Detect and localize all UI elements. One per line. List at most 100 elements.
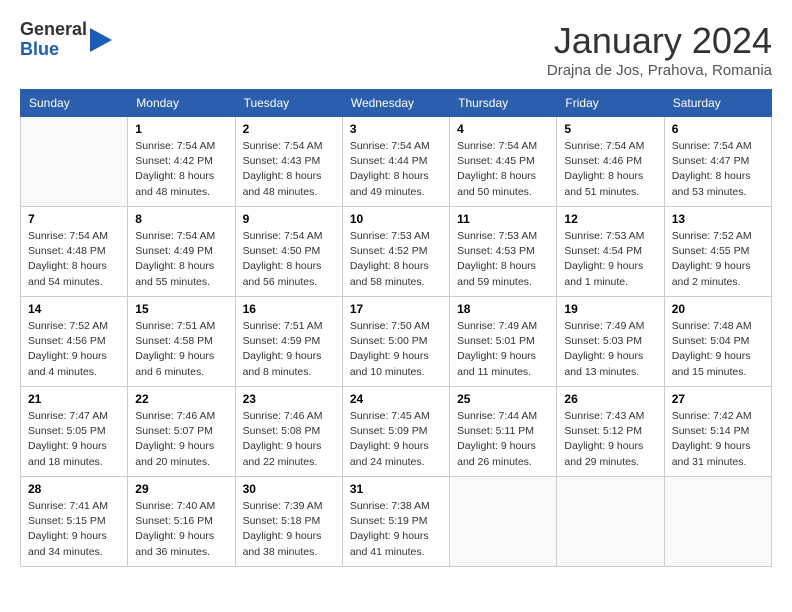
day-info: Sunrise: 7:46 AM Sunset: 5:07 PM Dayligh… bbox=[135, 409, 227, 470]
day-number: 14 bbox=[28, 302, 120, 316]
day-number: 17 bbox=[350, 302, 442, 316]
calendar-cell: 24Sunrise: 7:45 AM Sunset: 5:09 PM Dayli… bbox=[342, 387, 449, 477]
calendar-week-row: 7Sunrise: 7:54 AM Sunset: 4:48 PM Daylig… bbox=[21, 207, 772, 297]
calendar-cell: 19 Sunrise: 7:49 AM Sunset: 5:03 PM Dayli… bbox=[557, 297, 664, 387]
calendar-cell: 30 Sunrise: 7:39 AM Sunset: 5:18 PM Dayli… bbox=[235, 477, 342, 567]
calendar-cell: 18Sunrise: 7:49 AM Sunset: 5:01 PM Dayli… bbox=[450, 297, 557, 387]
calendar-week-row: 21 Sunrise: 7:47 AM Sunset: 5:05 PM Dayli… bbox=[21, 387, 772, 477]
calendar-cell: 11 Sunrise: 7:53 AM Sunset: 4:53 PM Dayli… bbox=[450, 207, 557, 297]
day-number: 7 bbox=[28, 212, 120, 226]
calendar-cell bbox=[450, 477, 557, 567]
day-number: 31 bbox=[350, 482, 442, 496]
day-info: Sunrise: 7:54 AM Sunset: 4:42 PM Dayligh… bbox=[135, 139, 227, 200]
month-title: January 2024 bbox=[547, 20, 772, 62]
calendar-week-row: 28 Sunrise: 7:41 AM Sunset: 5:15 PM Dayli… bbox=[21, 477, 772, 567]
day-number: 21 bbox=[28, 392, 120, 406]
day-of-week-header: Monday bbox=[128, 90, 235, 117]
calendar-cell: 22 Sunrise: 7:46 AM Sunset: 5:07 PM Dayli… bbox=[128, 387, 235, 477]
calendar-cell: 27Sunrise: 7:42 AM Sunset: 5:14 PM Dayli… bbox=[664, 387, 771, 477]
calendar-cell: 16 Sunrise: 7:51 AM Sunset: 4:59 PM Dayli… bbox=[235, 297, 342, 387]
day-info: Sunrise: 7:38 AM Sunset: 5:19 PM Dayligh… bbox=[350, 499, 442, 560]
day-info: Sunrise: 7:53 AM Sunset: 4:53 PM Dayligh… bbox=[457, 229, 549, 290]
day-of-week-header: Thursday bbox=[450, 90, 557, 117]
day-info: Sunrise: 7:50 AM Sunset: 5:00 PM Dayligh… bbox=[350, 319, 442, 380]
day-info: Sunrise: 7:54 AM Sunset: 4:50 PM Dayligh… bbox=[243, 229, 335, 290]
day-info: Sunrise: 7:54 AM Sunset: 4:46 PM Dayligh… bbox=[564, 139, 656, 200]
day-of-week-header: Tuesday bbox=[235, 90, 342, 117]
day-number: 24 bbox=[350, 392, 442, 406]
day-number: 30 bbox=[243, 482, 335, 496]
day-number: 12 bbox=[564, 212, 656, 226]
logo: General Blue bbox=[20, 20, 112, 60]
day-info: Sunrise: 7:47 AM Sunset: 5:05 PM Dayligh… bbox=[28, 409, 120, 470]
day-number: 15 bbox=[135, 302, 227, 316]
calendar-cell: 23Sunrise: 7:46 AM Sunset: 5:08 PM Dayli… bbox=[235, 387, 342, 477]
day-number: 20 bbox=[672, 302, 764, 316]
day-number: 1 bbox=[135, 122, 227, 136]
calendar-header: SundayMondayTuesdayWednesdayThursdayFrid… bbox=[21, 90, 772, 117]
day-of-week-header: Wednesday bbox=[342, 90, 449, 117]
title-block: January 2024 Drajna de Jos, Prahova, Rom… bbox=[547, 20, 772, 79]
calendar-cell: 9 Sunrise: 7:54 AM Sunset: 4:50 PM Daylig… bbox=[235, 207, 342, 297]
logo-text: General Blue bbox=[20, 20, 87, 60]
day-info: Sunrise: 7:39 AM Sunset: 5:18 PM Dayligh… bbox=[243, 499, 335, 560]
calendar-cell: 8Sunrise: 7:54 AM Sunset: 4:49 PM Daylig… bbox=[128, 207, 235, 297]
day-info: Sunrise: 7:51 AM Sunset: 4:59 PM Dayligh… bbox=[243, 319, 335, 380]
day-number: 9 bbox=[243, 212, 335, 226]
day-info: Sunrise: 7:53 AM Sunset: 4:52 PM Dayligh… bbox=[350, 229, 442, 290]
day-number: 2 bbox=[243, 122, 335, 136]
calendar-cell: 25 Sunrise: 7:44 AM Sunset: 5:11 PM Dayli… bbox=[450, 387, 557, 477]
day-number: 16 bbox=[243, 302, 335, 316]
day-info: Sunrise: 7:54 AM Sunset: 4:43 PM Dayligh… bbox=[243, 139, 335, 200]
day-number: 4 bbox=[457, 122, 549, 136]
day-number: 19 bbox=[564, 302, 656, 316]
day-number: 29 bbox=[135, 482, 227, 496]
day-info: Sunrise: 7:52 AM Sunset: 4:56 PM Dayligh… bbox=[28, 319, 120, 380]
calendar-week-row: 1 Sunrise: 7:54 AM Sunset: 4:42 PM Daylig… bbox=[21, 117, 772, 207]
calendar-cell bbox=[557, 477, 664, 567]
header: General Blue January 2024 Drajna de Jos,… bbox=[20, 20, 772, 79]
calendar-cell: 2 Sunrise: 7:54 AM Sunset: 4:43 PM Daylig… bbox=[235, 117, 342, 207]
day-info: Sunrise: 7:48 AM Sunset: 5:04 PM Dayligh… bbox=[672, 319, 764, 380]
calendar-cell: 5 Sunrise: 7:54 AM Sunset: 4:46 PM Daylig… bbox=[557, 117, 664, 207]
location-subtitle: Drajna de Jos, Prahova, Romania bbox=[547, 62, 772, 79]
day-info: Sunrise: 7:40 AM Sunset: 5:16 PM Dayligh… bbox=[135, 499, 227, 560]
calendar-cell: 17 Sunrise: 7:50 AM Sunset: 5:00 PM Dayli… bbox=[342, 297, 449, 387]
calendar-cell: 13Sunrise: 7:52 AM Sunset: 4:55 PM Dayli… bbox=[664, 207, 771, 297]
day-number: 8 bbox=[135, 212, 227, 226]
calendar-cell bbox=[664, 477, 771, 567]
day-number: 27 bbox=[672, 392, 764, 406]
day-info: Sunrise: 7:49 AM Sunset: 5:03 PM Dayligh… bbox=[564, 319, 656, 380]
day-number: 22 bbox=[135, 392, 227, 406]
day-info: Sunrise: 7:53 AM Sunset: 4:54 PM Dayligh… bbox=[564, 229, 656, 290]
day-info: Sunrise: 7:52 AM Sunset: 4:55 PM Dayligh… bbox=[672, 229, 764, 290]
calendar-cell: 14 Sunrise: 7:52 AM Sunset: 4:56 PM Dayli… bbox=[21, 297, 128, 387]
day-info: Sunrise: 7:44 AM Sunset: 5:11 PM Dayligh… bbox=[457, 409, 549, 470]
day-info: Sunrise: 7:43 AM Sunset: 5:12 PM Dayligh… bbox=[564, 409, 656, 470]
day-info: Sunrise: 7:46 AM Sunset: 5:08 PM Dayligh… bbox=[243, 409, 335, 470]
day-of-week-header: Friday bbox=[557, 90, 664, 117]
day-info: Sunrise: 7:54 AM Sunset: 4:47 PM Dayligh… bbox=[672, 139, 764, 200]
calendar-cell: 4 Sunrise: 7:54 AM Sunset: 4:45 PM Daylig… bbox=[450, 117, 557, 207]
day-number: 11 bbox=[457, 212, 549, 226]
day-info: Sunrise: 7:54 AM Sunset: 4:44 PM Dayligh… bbox=[350, 139, 442, 200]
calendar-cell: 10 Sunrise: 7:53 AM Sunset: 4:52 PM Dayli… bbox=[342, 207, 449, 297]
calendar-cell: 6 Sunrise: 7:54 AM Sunset: 4:47 PM Daylig… bbox=[664, 117, 771, 207]
day-info: Sunrise: 7:54 AM Sunset: 4:45 PM Dayligh… bbox=[457, 139, 549, 200]
day-number: 28 bbox=[28, 482, 120, 496]
calendar-week-row: 14 Sunrise: 7:52 AM Sunset: 4:56 PM Dayli… bbox=[21, 297, 772, 387]
day-number: 6 bbox=[672, 122, 764, 136]
calendar-cell: 31 Sunrise: 7:38 AM Sunset: 5:19 PM Dayli… bbox=[342, 477, 449, 567]
day-number: 25 bbox=[457, 392, 549, 406]
calendar-cell: 28 Sunrise: 7:41 AM Sunset: 5:15 PM Dayli… bbox=[21, 477, 128, 567]
day-number: 26 bbox=[564, 392, 656, 406]
calendar-cell: 12 Sunrise: 7:53 AM Sunset: 4:54 PM Dayli… bbox=[557, 207, 664, 297]
calendar-cell: 7Sunrise: 7:54 AM Sunset: 4:48 PM Daylig… bbox=[21, 207, 128, 297]
day-info: Sunrise: 7:49 AM Sunset: 5:01 PM Dayligh… bbox=[457, 319, 549, 380]
day-info: Sunrise: 7:51 AM Sunset: 4:58 PM Dayligh… bbox=[135, 319, 227, 380]
calendar-table: SundayMondayTuesdayWednesdayThursdayFrid… bbox=[20, 89, 772, 567]
calendar-cell: 3Sunrise: 7:54 AM Sunset: 4:44 PM Daylig… bbox=[342, 117, 449, 207]
day-number: 5 bbox=[564, 122, 656, 136]
day-number: 10 bbox=[350, 212, 442, 226]
day-info: Sunrise: 7:41 AM Sunset: 5:15 PM Dayligh… bbox=[28, 499, 120, 560]
